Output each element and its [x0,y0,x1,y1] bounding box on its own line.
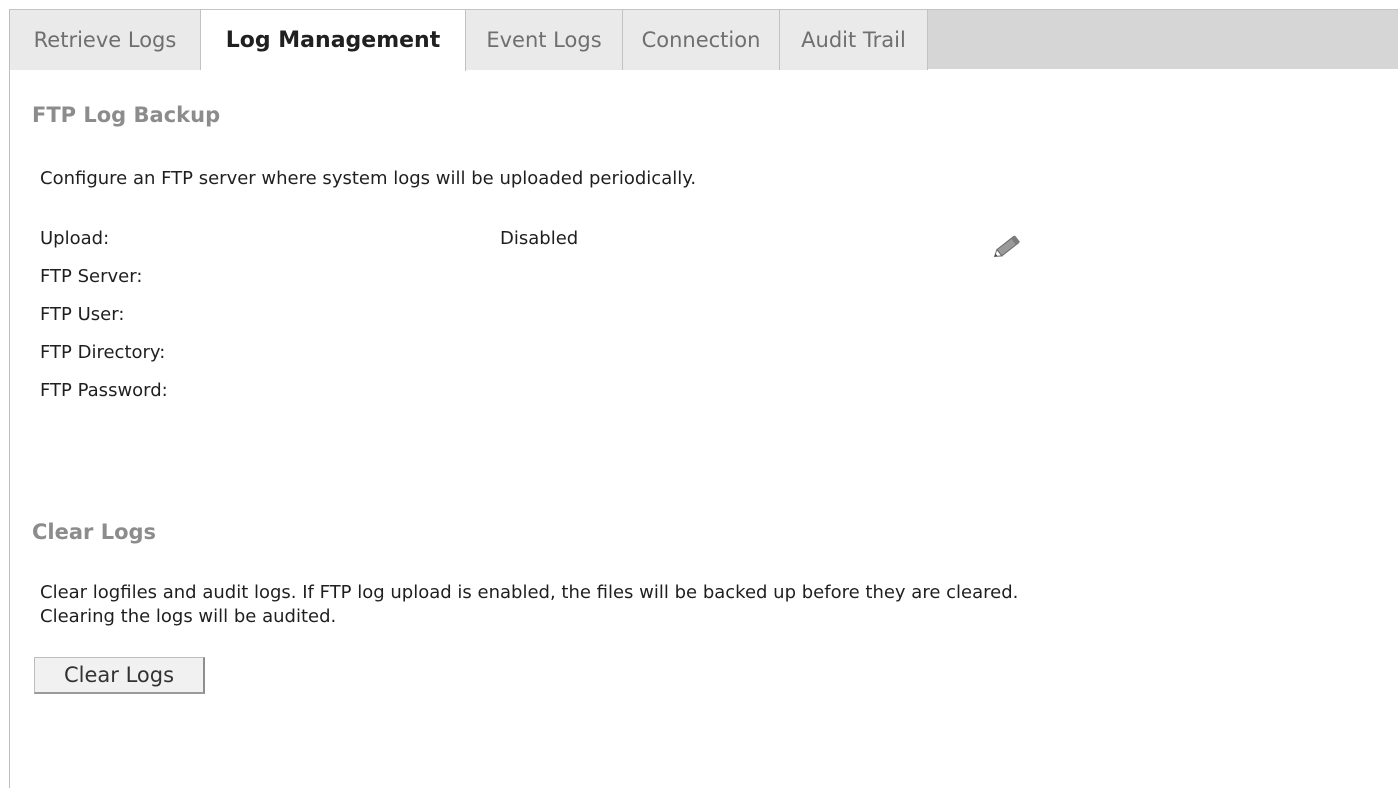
ftp-log-backup-title: FTP Log Backup [32,103,221,127]
upload-value: Disabled [500,228,579,249]
tab-audit-trail[interactable]: Audit Trail [780,10,928,70]
log-management-panel: Retrieve Logs Log Management Event Logs … [9,9,1398,788]
clear-logs-description-line2: Clearing the logs will be audited. [40,606,337,627]
clear-logs-title: Clear Logs [32,520,157,544]
tab-connection[interactable]: Connection [623,10,780,70]
clear-logs-button[interactable]: Clear Logs [34,657,205,694]
tab-event-logs[interactable]: Event Logs [466,10,623,70]
ftp-user-label: FTP User: [40,304,125,325]
tab-log-management[interactable]: Log Management [201,10,466,71]
pencil-icon[interactable] [991,232,1025,260]
tab-content: FTP Log Backup Configure an FTP server w… [10,69,1398,788]
ftp-password-label: FTP Password: [40,380,168,401]
ftp-description: Configure an FTP server where system log… [40,168,697,189]
upload-label: Upload: [40,228,110,249]
ftp-server-label: FTP Server: [40,266,143,287]
tab-bar: Retrieve Logs Log Management Event Logs … [10,9,1398,71]
tab-retrieve-logs[interactable]: Retrieve Logs [10,10,201,70]
ftp-directory-label: FTP Directory: [40,342,166,363]
clear-logs-description-line1: Clear logfiles and audit logs. If FTP lo… [40,582,1019,603]
